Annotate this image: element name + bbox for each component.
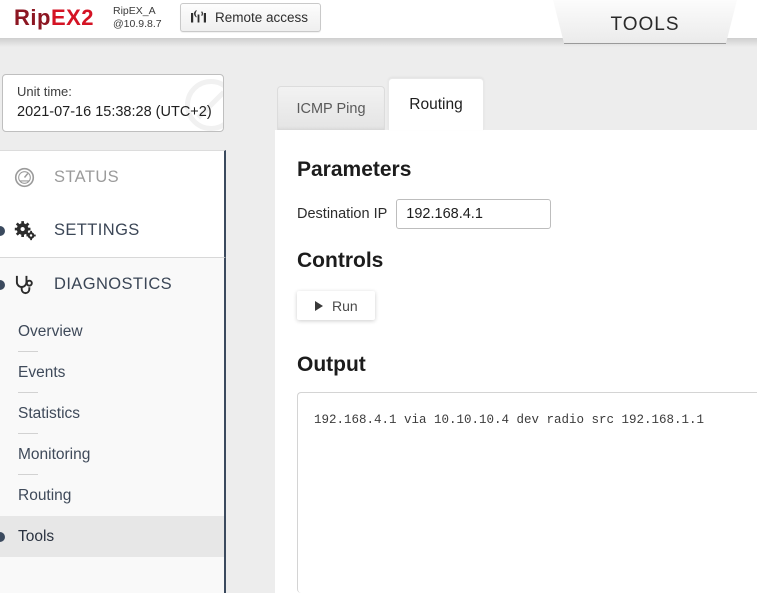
brand-logo-ex: EX2 — [50, 5, 95, 30]
remote-access-button[interactable]: Remote access — [180, 3, 322, 32]
unit-identity: RipEX_A @10.9.8.7 — [113, 5, 162, 31]
run-button[interactable]: Run — [297, 291, 375, 320]
sidebar-item-settings-marker — [0, 225, 5, 236]
sidebar-item-tools-marker — [0, 531, 5, 542]
remote-access-label: Remote access — [215, 10, 309, 25]
brand-logo-rip: Rip — [14, 5, 51, 30]
sidebar-item-tools[interactable]: Tools — [0, 516, 224, 557]
sidebar-item-tools-label: Tools — [18, 527, 55, 545]
sidebar-item-settings-label: SETTINGS — [54, 221, 140, 239]
sidebar-item-diagnostics-marker — [0, 279, 5, 290]
output-box[interactable]: 192.168.4.1 via 10.10.10.4 dev radio src… — [297, 392, 757, 593]
destination-ip-input[interactable] — [396, 199, 552, 229]
sidebar-item-overview-label: Overview — [18, 322, 83, 340]
unit-time-value: 2021-07-16 15:38:28 (UTC+2) — [17, 104, 212, 120]
unit-time-label: Unit time: — [17, 84, 72, 99]
app-window: RipEX2 RipEX_A @10.9.8.7 Remote access T… — [0, 0, 757, 593]
tab-icmp-ping-label: ICMP Ping — [296, 100, 366, 117]
controls-heading: Controls — [297, 249, 384, 272]
sidebar-item-status[interactable]: STATUS — [0, 151, 224, 204]
unit-address: @10.9.8.7 — [113, 18, 162, 30]
antenna-radio-icon — [191, 10, 206, 23]
sidebar-item-statistics-label: Statistics — [18, 404, 81, 422]
sidebar-item-monitoring-label: Monitoring — [18, 445, 91, 463]
sidebar-item-routing-label: Routing — [18, 486, 72, 504]
top-tab-tools[interactable]: TOOLS — [551, 0, 739, 44]
destination-ip-label: Destination IP — [297, 206, 388, 222]
destination-ip-row: Destination IP — [297, 199, 552, 229]
sidebar-item-status-label: STATUS — [54, 168, 120, 186]
content-panel: Parameters Destination IP Controls Run O… — [275, 130, 757, 593]
gauge-icon — [14, 167, 42, 188]
content-tabstrip: ICMP Ping Routing — [275, 78, 757, 130]
sidebar-item-monitoring[interactable]: Monitoring — [0, 434, 224, 475]
output-text: 192.168.4.1 via 10.10.10.4 dev radio src… — [314, 413, 705, 427]
run-button-label: Run — [332, 297, 358, 314]
sidebar-item-overview[interactable]: Overview — [0, 311, 224, 352]
sidebar-item-routing[interactable]: Routing — [0, 475, 224, 516]
tab-routing-label: Routing — [409, 95, 463, 113]
unit-name: RipEX_A — [113, 5, 156, 17]
stethoscope-icon — [14, 274, 42, 296]
sidebar-item-settings[interactable]: SETTINGS — [0, 204, 224, 257]
unit-time-box: Unit time: 2021-07-16 15:38:28 (UTC+2) — [2, 74, 224, 132]
play-icon — [315, 300, 323, 311]
brand-logo: RipEX2 — [14, 5, 94, 31]
gears-icon — [14, 220, 42, 241]
sidebar-main-group-top: STATUS SETTINGS — [0, 150, 226, 257]
sidebar-item-statistics[interactable]: Statistics — [0, 393, 224, 434]
tab-routing[interactable]: Routing — [388, 78, 484, 130]
sidebar-item-events-label: Events — [18, 363, 66, 381]
parameters-heading: Parameters — [297, 158, 412, 181]
sidebar-item-diagnostics[interactable]: DIAGNOSTICS — [0, 258, 224, 311]
sidebar-item-diagnostics-label: DIAGNOSTICS — [54, 275, 173, 293]
output-heading: Output — [297, 353, 366, 376]
sidebar-item-events[interactable]: Events — [0, 352, 224, 393]
sidebar-main-group-diagnostics: DIAGNOSTICS Overview Events Statistics M… — [0, 257, 226, 593]
tab-icmp-ping[interactable]: ICMP Ping — [277, 86, 385, 130]
sidebar: Unit time: 2021-07-16 15:38:28 (UTC+2) S… — [0, 38, 226, 593]
top-tab-tools-label: TOOLS — [610, 14, 680, 35]
